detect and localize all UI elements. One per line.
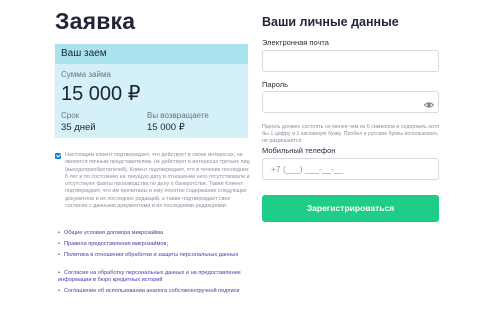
consent-checkbox[interactable] [55,153,61,159]
password-field[interactable] [262,91,439,113]
return-label: Вы возвращаете [147,111,209,120]
page-title: Заявка [55,8,136,34]
phone-placeholder: +7 (___) ___-__-__ [271,165,344,174]
form-title: Ваши личные данные [262,15,399,29]
email-label: Электронная почта [262,38,329,47]
doc-link-loan-rules[interactable]: Правила предоставления микрозаймов; [58,241,244,248]
loan-summary-card: Ваш заем Сумма займа 15 000 ₽ Срок 35 дн… [55,44,248,138]
term-value: 35 дней [61,122,96,133]
eye-icon[interactable] [423,97,435,108]
amount-label: Сумма займа [61,70,111,79]
password-label: Пароль [262,80,289,89]
password-hint: Пароль должен состоять не менее чем из 6… [262,124,440,145]
doc-link-data-consent[interactable]: Согласие на обработку персональных данны… [58,270,244,284]
consent-text: Настоящим клиент подтверждает, что дейст… [65,152,250,209]
doc-link-privacy-policy[interactable]: Политика в отношении обработки и защиты … [58,252,244,259]
return-value: 15 000 ₽ [147,122,185,133]
amount-value: 15 000 ₽ [61,83,141,105]
loan-card-header: Ваш заем [55,44,248,64]
doc-link-signature-agreement[interactable]: Соглашение об использовании аналога собс… [58,288,244,295]
phone-field[interactable]: +7 (___) ___-__-__ [262,158,439,180]
register-button[interactable]: Зарегистрироваться [262,195,439,222]
term-label: Срок [61,111,80,120]
phone-label: Мобильный телефон [262,146,336,155]
doc-link-general-terms[interactable]: Общие условия договора микрозайма [58,230,244,237]
email-field[interactable] [262,50,439,72]
